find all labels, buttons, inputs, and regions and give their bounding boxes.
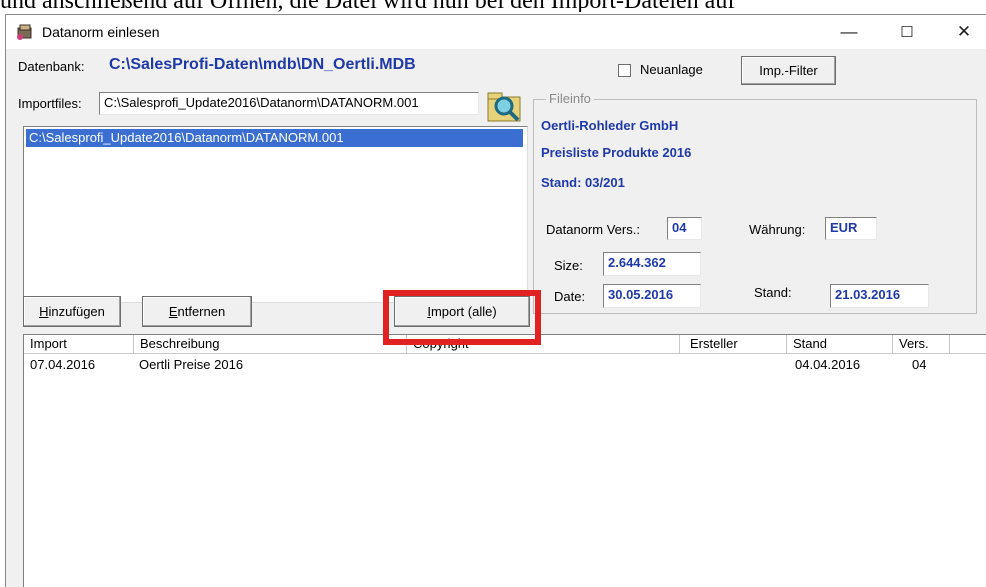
title-bar: Datanorm einlesen — ☐ ✕ — [6, 15, 986, 49]
stand-field: 21.03.2016 — [830, 284, 929, 308]
importfiles-input[interactable]: C:\Salesprofi_Update2016\Datanorm\DATANO… — [99, 92, 479, 115]
app-icon — [17, 24, 32, 40]
entfernen-accel: E — [168, 304, 178, 319]
entfernen-button[interactable]: Entfernen — [142, 296, 252, 327]
size-field: 2.644.362 — [603, 252, 701, 276]
fileinfo-legend: Fileinfo — [546, 91, 594, 106]
entfernen-label: ntfernen — [177, 304, 226, 319]
magnifier-folder-icon — [487, 92, 521, 122]
datanorm-window: Datanorm einlesen — ☐ ✕ Datenbank: C:\Sa… — [5, 14, 986, 587]
minimize-button[interactable]: — — [826, 15, 872, 49]
col-header-blank — [950, 335, 986, 354]
col-header-stand[interactable]: Stand — [787, 335, 893, 354]
importfiles-label: Importfiles: — [18, 96, 82, 111]
waehrung-label: Währung: — [749, 222, 806, 237]
date-field: 30.05.2016 — [603, 284, 701, 308]
database-path: C:\SalesProfi-Daten\mdb\DN_Oertli.MDB — [109, 56, 416, 73]
size-label: Size: — [554, 258, 583, 273]
col-header-beschreibung[interactable]: Beschreibung — [134, 335, 407, 354]
stand-label: Stand: — [754, 285, 792, 300]
importfiles-list-item[interactable]: C:\Salesprofi_Update2016\Datanorm\DATANO… — [26, 129, 523, 147]
waehrung-field: EUR — [825, 217, 877, 240]
cell-beschreibung: Oertli Preise 2016 — [139, 357, 244, 372]
maximize-button[interactable]: ☐ — [884, 15, 930, 49]
importfiles-list[interactable]: C:\Salesprofi_Update2016\Datanorm\DATANO… — [23, 126, 528, 303]
col-header-import[interactable]: Import — [24, 335, 134, 354]
date-label: Date: — [554, 289, 586, 304]
datanorm-vers-field: 04 — [667, 217, 702, 240]
datanorm-vers-label: Datanorm Vers.: — [546, 222, 640, 237]
window-title: Datanorm einlesen — [42, 24, 160, 40]
import-table[interactable]: Import Beschreibung Copyright Ersteller … — [23, 334, 986, 587]
hinzufuegen-button[interactable]: Hinzufügen — [23, 296, 121, 327]
hinzufuegen-label: inzufügen — [48, 304, 105, 319]
document-text-line: und anschließend auf Öffnen, die Datei w… — [0, 0, 986, 12]
cell-vers: 04 — [912, 357, 927, 372]
col-header-vers[interactable]: Vers. — [893, 335, 950, 354]
col-header-ersteller[interactable]: Ersteller — [680, 335, 787, 354]
fileinfo-description: Preisliste Produkte 2016 — [541, 145, 692, 160]
fileinfo-stand-text: Stand: 03/201 — [541, 175, 625, 190]
neuanlage-label: Neuanlage — [640, 62, 703, 77]
neuanlage-checkbox[interactable] — [618, 64, 631, 77]
database-label: Datenbank: — [18, 59, 85, 74]
imp-filter-button[interactable]: Imp.-Filter — [741, 56, 836, 85]
close-button[interactable]: ✕ — [941, 15, 986, 49]
cell-import: 07.04.2016 — [30, 357, 96, 372]
browse-button[interactable] — [484, 87, 526, 125]
highlight-box — [383, 290, 541, 345]
hinzufuegen-accel: H — [39, 304, 49, 319]
fileinfo-company: Oertli-Rohleder GmbH — [541, 118, 679, 133]
cell-stand: 04.04.2016 — [795, 357, 861, 372]
